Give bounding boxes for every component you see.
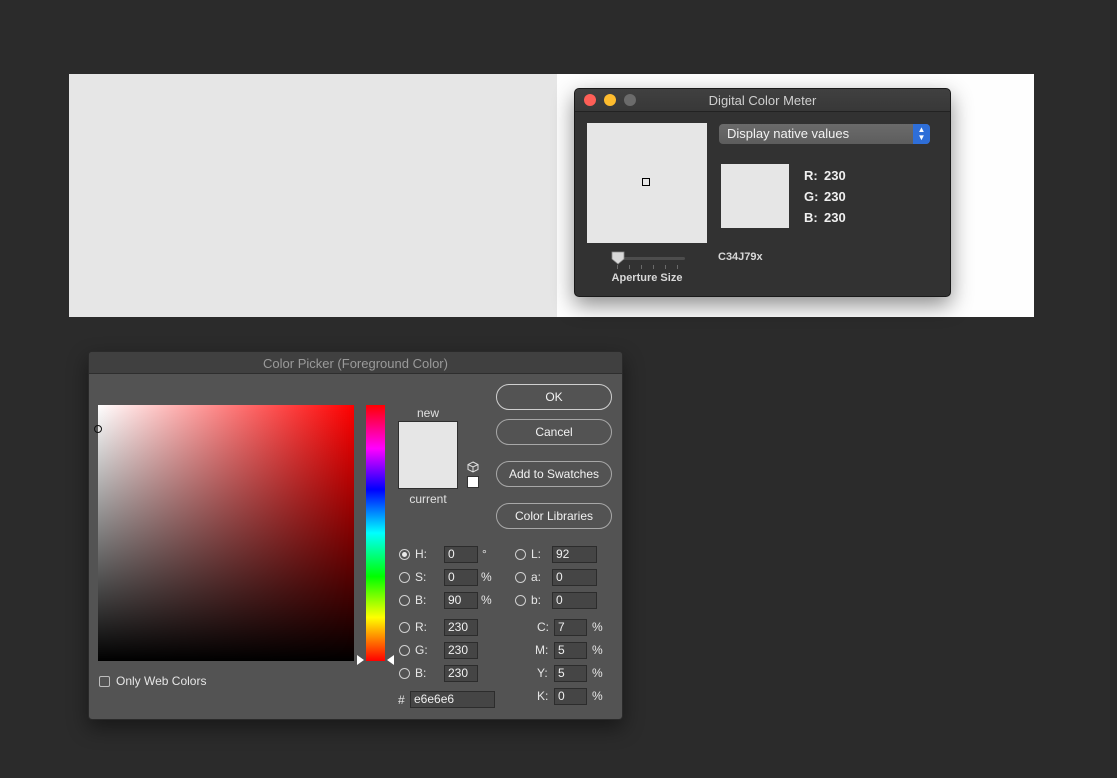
cancel-button[interactable]: Cancel	[496, 419, 612, 445]
aperture-slider-thumb[interactable]	[611, 251, 625, 265]
aperture-size-label: Aperture Size	[611, 272, 683, 284]
black-label: K:	[537, 689, 549, 703]
slider-tick	[653, 265, 654, 269]
blue-value: 230	[824, 210, 846, 225]
color-picker-dialog: Color Picker (Foreground Color) new curr…	[88, 351, 623, 720]
slider-tick	[617, 265, 618, 269]
title-bar: Digital Color Meter	[575, 89, 950, 112]
lightness-label: L:	[531, 547, 542, 561]
color-code: C34J79x	[718, 251, 763, 263]
brightness-label: B:	[415, 593, 427, 607]
magenta-label: M:	[535, 643, 549, 657]
color-field[interactable]	[94, 405, 354, 661]
web-safe-swatch[interactable]	[467, 476, 479, 488]
background-panel-gray	[69, 74, 557, 317]
hex-field[interactable]: e6e6e6	[410, 691, 495, 708]
saturation-label: S:	[415, 570, 427, 584]
new-current-swatch	[398, 421, 458, 489]
hue-slider-left-arrow-icon[interactable]	[357, 655, 364, 665]
blue-label: B:	[415, 666, 427, 680]
sampled-color-swatch	[721, 164, 789, 228]
red-label: R:	[415, 620, 427, 634]
window-title: Digital Color Meter	[708, 93, 817, 108]
aperture-square-icon	[642, 178, 650, 186]
green-radio[interactable]	[399, 645, 410, 656]
blue-field[interactable]: 230	[444, 665, 478, 682]
saturation-radio[interactable]	[399, 572, 410, 583]
digital-color-meter-window: Digital Color Meter Aperture Size Displa…	[574, 88, 951, 297]
hue-slider[interactable]	[366, 405, 385, 661]
display-mode-value: Display native values	[727, 126, 850, 141]
yellow-field[interactable]: 5	[554, 665, 587, 682]
only-web-colors-label: Only Web Colors	[116, 674, 207, 688]
hue-label: H:	[415, 547, 427, 561]
brightness-field[interactable]: 90	[444, 592, 478, 609]
slider-tick	[629, 265, 630, 269]
ok-button[interactable]: OK	[496, 384, 612, 410]
red-value: 230	[824, 168, 846, 183]
green-value: 230	[824, 189, 846, 204]
color-field-marker[interactable]	[94, 425, 102, 433]
gamut-cube-icon[interactable]	[467, 461, 479, 473]
blue-readout: B: 230	[804, 210, 846, 225]
add-to-swatches-button[interactable]: Add to Swatches	[496, 461, 612, 487]
new-color-label: new	[416, 406, 439, 420]
hex-label: #	[398, 693, 405, 707]
saturation-field[interactable]: 0	[444, 569, 478, 586]
hue-radio[interactable]	[399, 549, 410, 560]
red-readout: R: 230	[804, 168, 846, 183]
yellow-unit: %	[592, 666, 603, 680]
only-web-colors-checkbox[interactable]	[99, 676, 110, 687]
red-label: R:	[804, 168, 818, 183]
hue-unit: °	[482, 547, 487, 561]
slider-tick	[665, 265, 666, 269]
hue-slider-right-arrow-icon[interactable]	[387, 655, 394, 665]
a-channel-radio[interactable]	[515, 572, 526, 583]
slider-tick	[677, 265, 678, 269]
lightness-field[interactable]: 92	[552, 546, 597, 563]
current-color-label: current	[409, 492, 447, 506]
a-channel-field[interactable]: 0	[552, 569, 597, 586]
magenta-unit: %	[592, 643, 603, 657]
green-label: G:	[415, 643, 428, 657]
blue-label: B:	[804, 210, 818, 225]
saturation-unit: %	[481, 570, 492, 584]
green-label: G:	[804, 189, 819, 204]
black-unit: %	[592, 689, 603, 703]
red-radio[interactable]	[399, 622, 410, 633]
title-bar: Color Picker (Foreground Color)	[89, 352, 622, 374]
b-channel-label: b:	[531, 593, 542, 607]
dialog-title: Color Picker (Foreground Color)	[263, 356, 448, 371]
yellow-label: Y:	[537, 666, 548, 680]
hue-field[interactable]: 0	[444, 546, 478, 563]
black-field[interactable]: 0	[554, 688, 587, 705]
red-field[interactable]: 230	[444, 619, 478, 636]
cyan-field[interactable]: 7	[554, 619, 587, 636]
brightness-radio[interactable]	[399, 595, 410, 606]
display-mode-select[interactable]: Display native values ▲ ▼	[719, 124, 930, 144]
green-field[interactable]: 230	[444, 642, 478, 659]
a-channel-label: a:	[531, 570, 542, 584]
cyan-unit: %	[592, 620, 603, 634]
slider-tick	[641, 265, 642, 269]
b-channel-radio[interactable]	[515, 595, 526, 606]
select-arrows-icon: ▲ ▼	[913, 124, 930, 144]
green-readout: G: 230	[804, 189, 846, 204]
brightness-unit: %	[481, 593, 492, 607]
cyan-label: C:	[537, 620, 549, 634]
b-channel-field[interactable]: 0	[552, 592, 597, 609]
magenta-field[interactable]: 5	[554, 642, 587, 659]
blue-radio[interactable]	[399, 668, 410, 679]
aperture-preview	[587, 123, 707, 243]
lightness-radio[interactable]	[515, 549, 526, 560]
color-libraries-button[interactable]: Color Libraries	[496, 503, 612, 529]
